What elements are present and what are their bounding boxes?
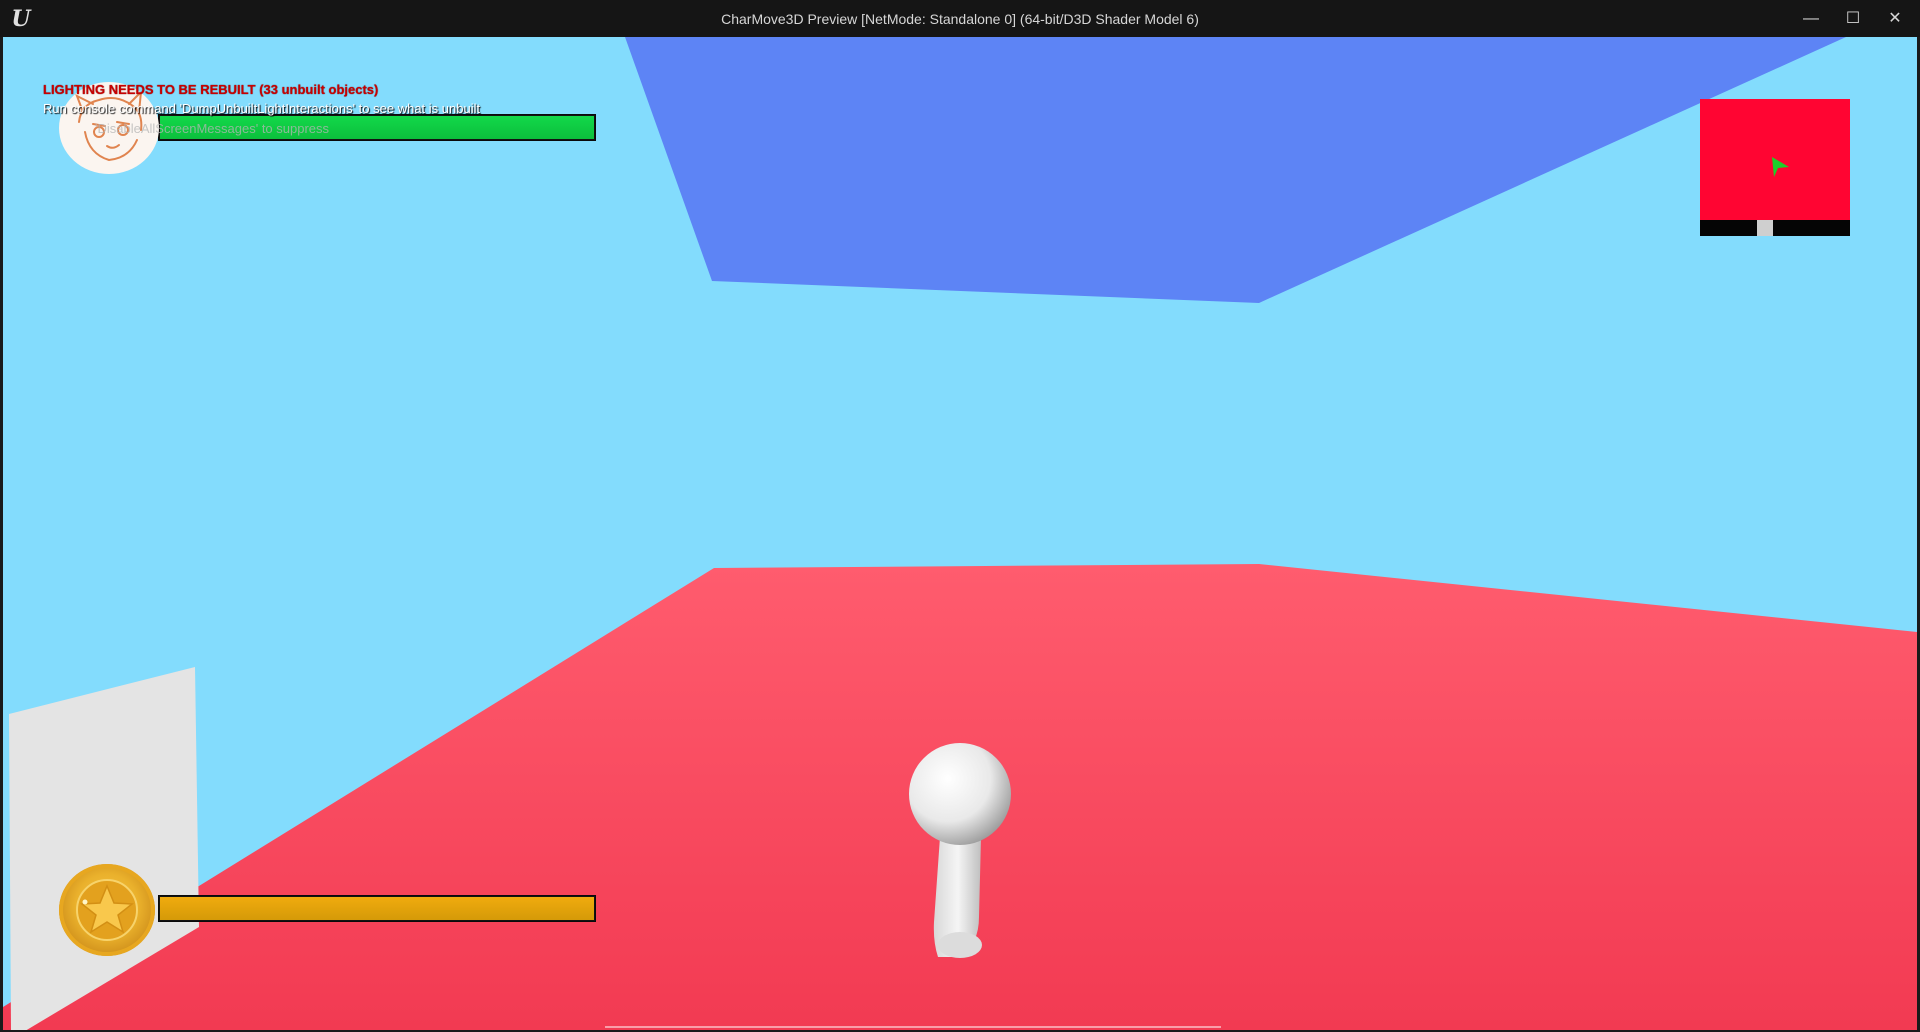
- ceiling-plane: [625, 37, 1846, 303]
- suppress-messages-hint: 'DisableAllScreenMessages' to suppress: [95, 121, 330, 136]
- viewport-bottom-line: [605, 1026, 1221, 1028]
- maximize-button[interactable]: ☐: [1832, 0, 1874, 37]
- coin-bar: [158, 895, 596, 922]
- star-coin-icon: [59, 864, 155, 956]
- player-arrow-icon: [1772, 157, 1789, 177]
- coin-bar-fill: [160, 897, 594, 920]
- lighting-warning-message: LIGHTING NEEDS TO BE REBUILT (33 unbuilt…: [43, 82, 379, 97]
- minimap-footer-marker: [1757, 220, 1773, 236]
- minimize-button[interactable]: —: [1790, 0, 1832, 37]
- window-title: CharMove3D Preview [NetMode: Standalone …: [721, 11, 1199, 27]
- scene-render: [3, 37, 1917, 1030]
- game-viewport[interactable]: LIGHTING NEEDS TO BE REBUILT (33 unbuilt…: [3, 37, 1917, 1030]
- minimap: [1700, 99, 1850, 236]
- close-button[interactable]: ✕: [1874, 0, 1916, 37]
- window-titlebar[interactable]: U CharMove3D Preview [NetMode: Standalon…: [0, 0, 1920, 37]
- console-command-hint: Run console command 'DumpUnbuiltLightInt…: [43, 101, 481, 116]
- minimap-footer: [1700, 220, 1850, 236]
